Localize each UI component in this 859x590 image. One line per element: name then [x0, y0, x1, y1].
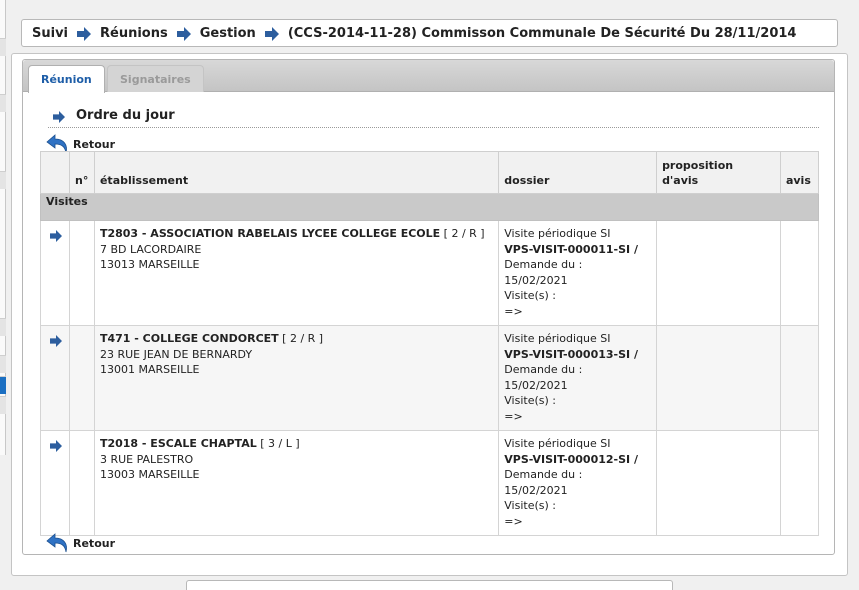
dossier-reference: VPS-VISIT-000011-SI	[504, 242, 631, 256]
sidebar-segment	[0, 318, 6, 336]
dossier-reference: VPS-VISIT-000013-SI	[504, 347, 631, 361]
header-etablissement[interactable]: établissement	[93, 151, 500, 194]
etablissement-category: [ 3 / L ]	[256, 437, 300, 450]
etablissement-city: 13013 MARSEILLE	[99, 258, 200, 271]
dossier-separator: /	[630, 452, 638, 466]
sidebar-segment	[0, 171, 6, 189]
table-row: T2018 - ESCALE CHAPTAL [ 3 / L ] 3 RUE P…	[40, 430, 820, 536]
breadcrumb-item-gestion[interactable]: Gestion	[200, 26, 256, 41]
row-action-cell[interactable]	[40, 220, 70, 326]
header-avis[interactable]: avis	[779, 151, 820, 194]
etablissement-category: [ 2 / R ]	[278, 332, 324, 345]
dossier-demande-label: Demande du :	[504, 258, 583, 271]
back-link-label: Retour	[73, 536, 116, 550]
dossier-demande-label: Demande du :	[504, 468, 583, 481]
dossier-type: Visite périodique SI	[504, 227, 611, 240]
header-proposition-line2: d'avis	[662, 174, 699, 187]
row-avis	[779, 325, 820, 431]
header-proposition[interactable]: proposition d'avis	[656, 151, 781, 194]
dossier-reference: VPS-VISIT-000012-SI	[504, 452, 631, 466]
table-row: T2803 - ASSOCIATION RABELAIS LYCEE COLLE…	[40, 220, 820, 326]
arrow-right-icon	[176, 27, 191, 41]
row-dossier: Visite périodique SI VPS-VISIT-000011-SI…	[498, 220, 658, 326]
etablissement-name: T2018 - ESCALE CHAPTAL	[99, 437, 257, 450]
group-label: Visites	[40, 193, 819, 221]
tab-bar: Réunion Signataires	[23, 60, 834, 93]
sidebar-segment	[0, 38, 6, 56]
arrow-right-icon	[264, 27, 279, 41]
row-avis	[779, 220, 820, 326]
arrow-right-icon[interactable]	[49, 335, 63, 347]
breadcrumb-item-suivi[interactable]: Suivi	[32, 26, 68, 41]
dossier-date: 15/02/2021	[504, 378, 568, 392]
row-proposition	[656, 430, 781, 536]
etablissement-address: 3 RUE PALESTRO	[99, 452, 194, 466]
row-etablissement: T2018 - ESCALE CHAPTAL [ 3 / L ] 3 RUE P…	[93, 430, 500, 536]
dossier-visites-label: Visite(s) :	[504, 289, 556, 302]
row-proposition	[656, 220, 781, 326]
sidebar-active-segment	[0, 376, 6, 394]
row-number	[68, 220, 95, 326]
row-proposition	[656, 325, 781, 431]
dossier-separator: /	[630, 347, 638, 361]
sidebar-segment	[0, 355, 6, 373]
row-number	[68, 430, 95, 536]
dossier-visites-label: Visite(s) :	[504, 394, 556, 407]
tab-signataires[interactable]: Signataires	[107, 65, 204, 92]
breadcrumb-item-current: (CCS-2014-11-28) Commisson Communale De …	[287, 25, 797, 41]
etablissement-city: 13001 MARSEILLE	[99, 363, 200, 376]
bottom-field[interactable]	[186, 580, 673, 590]
etablissement-name: T471 - COLLEGE CONDORCET	[99, 332, 279, 345]
dossier-date: 15/02/2021	[504, 273, 568, 287]
dossier-visites-arrow: =>	[504, 304, 523, 318]
sidebar-segment	[0, 396, 6, 414]
etablissement-address: 23 RUE JEAN DE BERNARDY	[99, 347, 253, 361]
dossier-separator: /	[630, 242, 638, 256]
arrow-right-icon[interactable]	[49, 440, 63, 452]
agenda-table: n° établissement dossier proposition d'av…	[40, 151, 820, 536]
etablissement-name: T2803 - ASSOCIATION RABELAIS LYCEE COLLE…	[99, 227, 441, 240]
arrow-right-icon[interactable]	[49, 230, 63, 242]
back-link-bottom[interactable]: Retour	[46, 532, 115, 554]
tab-reunion[interactable]: Réunion	[28, 65, 105, 93]
etablissement-city: 13003 MARSEILLE	[99, 468, 200, 481]
row-dossier: Visite périodique SI VPS-VISIT-000013-SI…	[498, 325, 658, 431]
row-dossier: Visite périodique SI VPS-VISIT-000012-SI…	[498, 430, 658, 536]
breadcrumb: Suivi Réunions Gestion (CCS-2014-11-28) …	[21, 19, 838, 47]
row-etablissement: T471 - COLLEGE CONDORCET [ 2 / R ] 23 RU…	[93, 325, 500, 431]
dossier-type: Visite périodique SI	[504, 437, 611, 450]
row-number	[68, 325, 95, 431]
dossier-visites-label: Visite(s) :	[504, 499, 556, 512]
return-arrow-icon	[46, 533, 67, 553]
table-group-row: Visites	[40, 193, 819, 221]
dossier-date: 15/02/2021	[504, 483, 568, 497]
dossier-demande-label: Demande du :	[504, 363, 583, 376]
section-header: Ordre du jour	[48, 103, 819, 128]
header-dossier[interactable]: dossier	[498, 151, 658, 194]
back-link-label: Retour	[73, 137, 116, 151]
table-row: T471 - COLLEGE CONDORCET [ 2 / R ] 23 RU…	[40, 325, 820, 431]
left-sidebar-edge	[0, 0, 6, 455]
row-action-cell[interactable]	[40, 325, 70, 431]
dossier-type: Visite périodique SI	[504, 332, 611, 345]
header-number[interactable]: n°	[68, 151, 95, 194]
row-action-cell[interactable]	[40, 430, 70, 536]
header-proposition-line1: proposition	[662, 159, 734, 172]
arrow-right-icon	[53, 111, 65, 123]
breadcrumb-item-reunions[interactable]: Réunions	[100, 26, 168, 41]
section-title: Ordre du jour	[76, 107, 175, 123]
etablissement-address: 7 BD LACORDAIRE	[99, 242, 202, 256]
dossier-visites-arrow: =>	[504, 514, 523, 528]
sidebar-segment	[0, 94, 6, 112]
row-etablissement: T2803 - ASSOCIATION RABELAIS LYCEE COLLE…	[93, 220, 500, 326]
arrow-right-icon	[77, 27, 92, 41]
etablissement-category: [ 2 / R ]	[440, 227, 485, 240]
table-header-row: n° établissement dossier proposition d'av…	[40, 151, 820, 194]
row-avis	[779, 430, 820, 536]
header-actions	[40, 151, 70, 194]
dossier-visites-arrow: =>	[504, 409, 523, 423]
